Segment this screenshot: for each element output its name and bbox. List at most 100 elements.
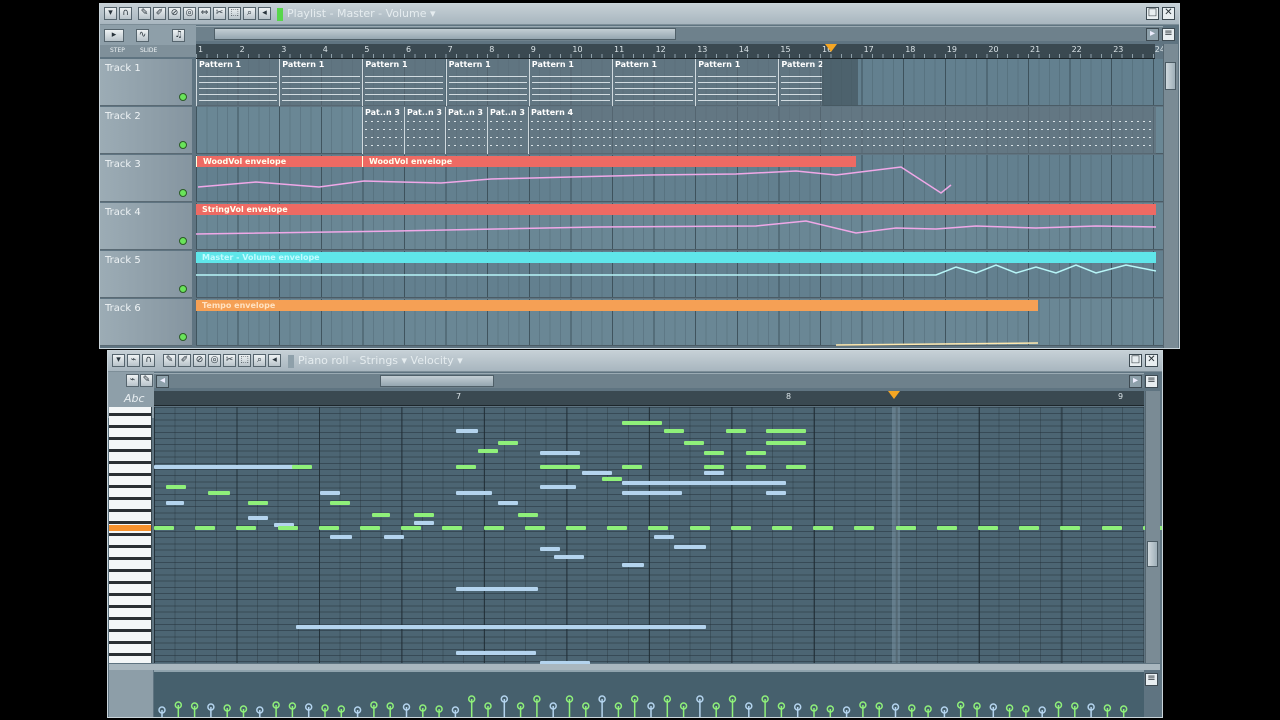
slip-tool-icon[interactable]: ⇔ <box>198 7 211 20</box>
track-enabled-led[interactable] <box>179 189 187 197</box>
note[interactable] <box>704 465 724 469</box>
playlist-menu-icon[interactable]: ≡ <box>1162 28 1175 41</box>
pencil-icon[interactable]: ✎ <box>138 7 151 20</box>
note[interactable] <box>248 516 268 520</box>
note[interactable] <box>622 563 644 567</box>
pattern-clip[interactable]: Pat..n 3 <box>362 107 404 154</box>
zoom-icon[interactable]: ⌕ <box>243 7 256 20</box>
note[interactable] <box>726 429 746 433</box>
note[interactable] <box>154 526 174 530</box>
note[interactable] <box>766 429 806 433</box>
note[interactable] <box>414 521 434 525</box>
note[interactable] <box>622 481 786 485</box>
pattern-clip[interactable]: Pat..n 3 <box>487 107 528 154</box>
note[interactable] <box>195 526 216 530</box>
track-enabled-led[interactable] <box>179 93 187 101</box>
track-enabled-led[interactable] <box>179 237 187 245</box>
note[interactable] <box>320 491 340 495</box>
close-icon[interactable]: ✕ <box>1162 7 1175 20</box>
note[interactable] <box>813 526 834 530</box>
playlist-ruler[interactable]: 1 2 3 4 5 6 7 8 9 10 11 12 13 14 15 16 17 18 19 20 21 22 23 24 <box>196 44 1165 59</box>
brush-icon[interactable]: ✐ <box>178 354 191 367</box>
note[interactable] <box>622 421 662 425</box>
note-names-button[interactable]: Abc <box>124 392 145 405</box>
note[interactable] <box>766 441 806 445</box>
pianoroll-ruler[interactable]: 7 8 9 <box>154 391 1144 406</box>
pianoroll-hscroll-thumb[interactable] <box>380 375 494 387</box>
note[interactable] <box>456 587 538 591</box>
note[interactable] <box>166 501 184 505</box>
menu-arrow-icon[interactable]: ▾ <box>112 354 125 367</box>
track-header-1[interactable]: Track 1 <box>100 59 192 106</box>
note[interactable] <box>1060 526 1081 530</box>
note[interactable] <box>498 501 518 505</box>
note[interactable] <box>540 485 576 489</box>
note[interactable] <box>622 465 642 469</box>
note[interactable] <box>442 526 463 530</box>
playlist-hscroll[interactable] <box>196 26 1163 41</box>
playlist-vscroll[interactable] <box>1163 44 1178 348</box>
note[interactable] <box>566 526 586 530</box>
menu-arrow-icon[interactable]: ▾ <box>104 7 117 20</box>
close-icon[interactable]: ✕ <box>1145 354 1158 367</box>
note[interactable] <box>786 465 806 469</box>
pianoroll-vscroll-thumb[interactable] <box>1147 541 1158 567</box>
note[interactable] <box>208 491 230 495</box>
scroll-left-icon[interactable]: ◂ <box>156 375 169 388</box>
track-enabled-led[interactable] <box>179 285 187 293</box>
playback-icon[interactable]: ◂ <box>258 7 271 20</box>
track-lane-6[interactable]: Tempo envelope <box>196 299 1163 346</box>
note[interactable] <box>746 451 766 455</box>
pattern-clip[interactable]: Pattern 1 <box>362 59 446 106</box>
note[interactable] <box>746 465 766 469</box>
note[interactable] <box>518 513 538 517</box>
note[interactable] <box>540 465 580 469</box>
note[interactable] <box>540 547 560 551</box>
note[interactable] <box>456 429 478 433</box>
pianoroll-menu-icon[interactable]: ≡ <box>1145 375 1158 388</box>
delete-tool-icon[interactable]: ⊘ <box>193 354 206 367</box>
step-label[interactable]: STEP <box>110 47 125 54</box>
scroll-right-icon[interactable]: ▸ <box>1146 28 1159 41</box>
note[interactable] <box>622 491 682 495</box>
pattern-clip[interactable]: Pattern 4 <box>528 107 1156 154</box>
note[interactable] <box>607 526 628 530</box>
note[interactable] <box>1101 526 1122 530</box>
note[interactable] <box>730 526 751 530</box>
note[interactable] <box>766 491 786 495</box>
scroll-right-icon[interactable]: ▸ <box>1129 375 1142 388</box>
pencil-small-icon[interactable]: ✎ <box>140 374 153 387</box>
playback-icon[interactable]: ◂ <box>268 354 281 367</box>
note[interactable] <box>248 501 268 505</box>
pattern-clip[interactable]: Pattern 1 <box>445 59 529 106</box>
note[interactable] <box>318 526 339 530</box>
note[interactable] <box>978 526 998 530</box>
note[interactable] <box>456 651 536 655</box>
snap-icon[interactable]: ⌁ <box>126 374 139 387</box>
maximize-icon[interactable]: □ <box>1129 354 1142 367</box>
pattern-clip[interactable]: Pat..n 3 <box>404 107 445 154</box>
song-position-marker-icon[interactable] <box>825 44 837 52</box>
note[interactable] <box>540 451 580 455</box>
slice-tool-icon[interactable]: ✂ <box>223 354 236 367</box>
delete-tool-icon[interactable]: ⊘ <box>168 7 181 20</box>
select-tool-icon[interactable]: ⬚ <box>238 354 251 367</box>
playlist-vscroll-thumb[interactable] <box>1165 62 1176 90</box>
note[interactable] <box>401 526 422 530</box>
note[interactable] <box>166 485 186 489</box>
magnet-icon[interactable]: ∩ <box>119 7 132 20</box>
note[interactable] <box>360 526 380 530</box>
select-tool-icon[interactable]: ⬚ <box>228 7 241 20</box>
mute-tool-icon[interactable]: ◎ <box>183 7 196 20</box>
note[interactable] <box>456 465 476 469</box>
note[interactable] <box>704 451 724 455</box>
velocity-editor[interactable] <box>154 670 1144 717</box>
pianoroll-vscroll[interactable] <box>1145 391 1160 663</box>
track-enabled-led[interactable] <box>179 333 187 341</box>
track-lane-5[interactable]: Master - Volume envelope <box>196 251 1163 298</box>
zoom-icon[interactable]: ⌕ <box>253 354 266 367</box>
note[interactable] <box>372 513 390 517</box>
pencil-icon[interactable]: ✎ <box>163 354 176 367</box>
track-lane-2[interactable]: Pat..n 3 Pat..n 3 Pat..n 3 Pat..n 3 Pattern … <box>196 107 1163 154</box>
note[interactable] <box>330 501 350 505</box>
